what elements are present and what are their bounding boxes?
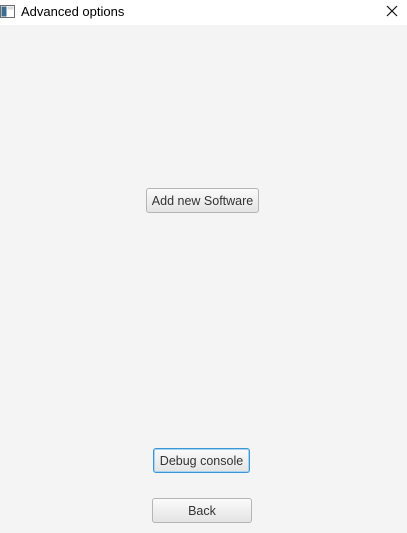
debug-console-button[interactable]: Debug console	[153, 448, 250, 473]
close-icon	[386, 4, 398, 22]
back-button[interactable]: Back	[152, 498, 252, 523]
advanced-options-window: Advanced options Add new Software Debug …	[0, 0, 407, 533]
content-area: Add new Software Debug console Back	[0, 25, 407, 533]
add-new-software-button[interactable]: Add new Software	[146, 188, 259, 213]
close-button[interactable]	[377, 0, 407, 25]
title-bar[interactable]: Advanced options	[0, 0, 407, 25]
app-window-icon	[0, 5, 15, 18]
window-title: Advanced options	[21, 4, 125, 19]
